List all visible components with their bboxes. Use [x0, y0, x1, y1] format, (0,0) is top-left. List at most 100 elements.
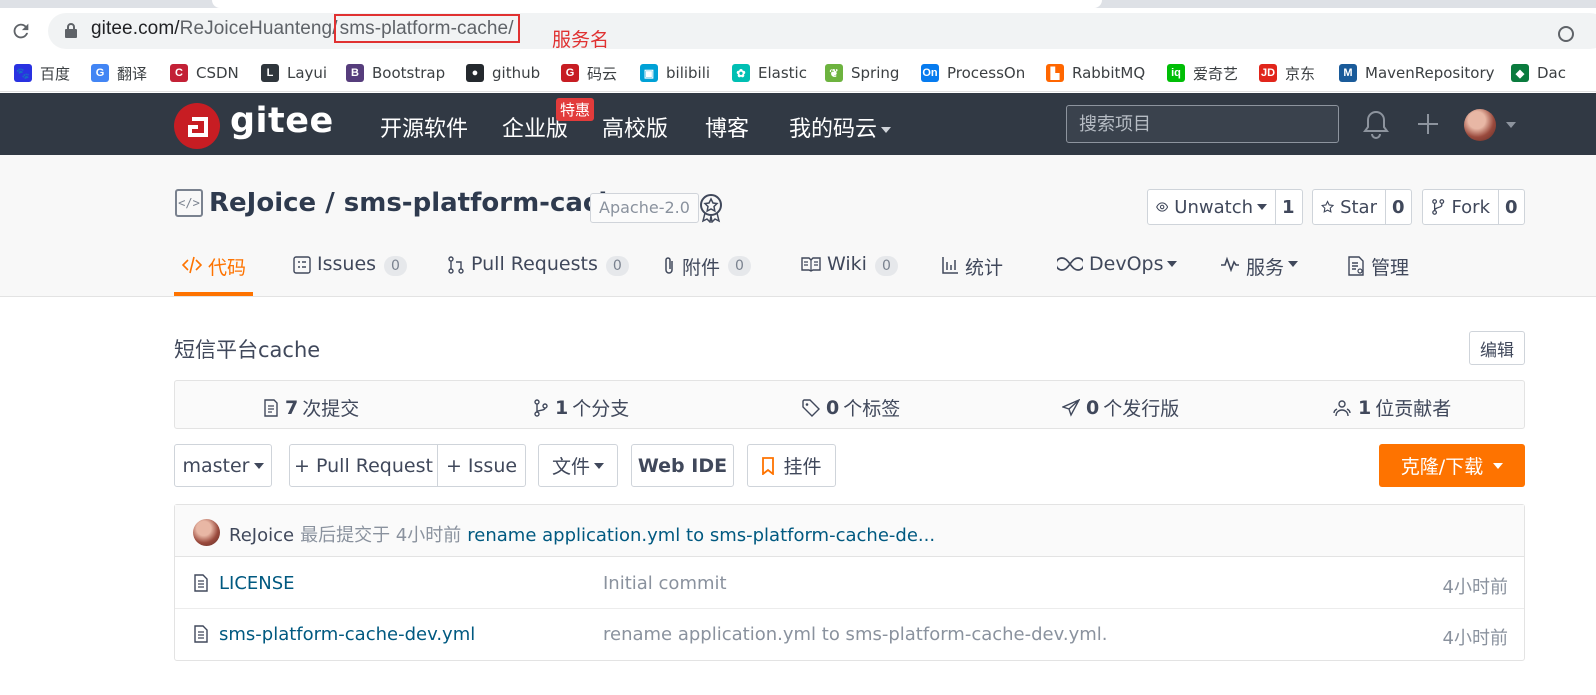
- bookmark-label: 翻译: [117, 64, 148, 83]
- bookmark-item[interactable]: ✿ Elastic: [732, 62, 807, 84]
- file-icon: [194, 625, 208, 643]
- bookmark-item[interactable]: G 翻译: [91, 62, 147, 84]
- reload-icon[interactable]: [10, 20, 32, 42]
- bookmark-item[interactable]: C CSDN: [170, 62, 239, 84]
- stat-contributors[interactable]: 1 位贡献者: [1332, 394, 1451, 421]
- zoom-icon[interactable]: [1558, 26, 1574, 42]
- chevron-down-icon: [1257, 204, 1267, 210]
- edit-description-button[interactable]: 编辑: [1469, 331, 1525, 365]
- plus-icon[interactable]: [1416, 112, 1440, 136]
- tab-code[interactable]: 代码: [182, 253, 246, 297]
- user-avatar[interactable]: [1464, 109, 1496, 141]
- eye-icon: [1156, 202, 1169, 212]
- avatar-chevron-down-icon[interactable]: [1506, 122, 1516, 128]
- table-row[interactable]: LICENSE Initial commit 4小时前: [175, 558, 1524, 609]
- commit-author-avatar[interactable]: [193, 519, 220, 546]
- spring-icon: ❦: [825, 64, 843, 82]
- bilibili-icon: ▣: [640, 64, 658, 82]
- repo-title[interactable]: ReJoice / sms-platform-cache: [209, 188, 634, 218]
- file-commit-message[interactable]: rename application.yml to sms-platform-c…: [603, 624, 1108, 645]
- bookmark-label: MavenRepository: [1365, 64, 1495, 82]
- bookmark-item[interactable]: B Bootstrap: [346, 62, 445, 84]
- stat-releases[interactable]: 0 个发行版: [1062, 394, 1179, 421]
- tab-pull-requests-label: Pull Requests: [471, 253, 598, 275]
- bookmark-item[interactable]: ▙ RabbitMQ: [1046, 62, 1145, 84]
- book-icon: [801, 257, 821, 272]
- star-button[interactable]: Star 0: [1312, 189, 1412, 225]
- watch-button[interactable]: Unwatch 1: [1147, 189, 1303, 225]
- nav-blog[interactable]: 博客: [705, 111, 749, 143]
- table-row[interactable]: sms-platform-cache-dev.yml rename applic…: [175, 609, 1524, 660]
- fork-button[interactable]: Fork 0: [1422, 189, 1525, 225]
- tag-icon: [802, 398, 820, 417]
- stat-commits[interactable]: 7 次提交: [263, 394, 359, 421]
- bookmark-item[interactable]: iq 爱奇艺: [1167, 62, 1238, 84]
- branch-select-label: master: [182, 454, 250, 477]
- bookmark-item[interactable]: G 码云: [561, 62, 617, 84]
- active-tab[interactable]: [212, 0, 1102, 8]
- branch-select[interactable]: master: [174, 444, 272, 487]
- fork-count[interactable]: 0: [1499, 190, 1524, 224]
- commits-icon: [264, 398, 278, 417]
- tab-devops[interactable]: DevOps: [1057, 253, 1178, 297]
- bootstrap-icon: B: [346, 64, 364, 82]
- search-box[interactable]: [1066, 105, 1339, 143]
- new-pull-request-button[interactable]: + Pull Request: [289, 444, 438, 487]
- bookmark-item[interactable]: On ProcessOn: [921, 62, 1025, 84]
- file-name[interactable]: sms-platform-cache-dev.yml: [219, 624, 475, 645]
- stat-tags[interactable]: 0 个标签: [802, 394, 900, 421]
- web-ide-button[interactable]: Web IDE: [631, 444, 734, 487]
- watch-count[interactable]: 1: [1276, 190, 1301, 224]
- clone-download-button[interactable]: 克隆/下载: [1379, 444, 1525, 487]
- tab-manage[interactable]: 管理: [1347, 253, 1409, 297]
- bookmark-item[interactable]: JD 京东: [1259, 62, 1315, 84]
- bookmark-item[interactable]: ● github: [466, 62, 540, 84]
- tab-attachments-count: 0: [728, 256, 751, 276]
- stat-commits-label: 次提交: [302, 398, 360, 420]
- bar-chart-icon: [942, 257, 958, 274]
- tab-stats[interactable]: 统计: [941, 253, 1003, 297]
- bookmark-item[interactable]: 🐾 百度: [14, 62, 70, 84]
- bookmark-item[interactable]: ❦ Spring: [825, 62, 899, 84]
- license-badge[interactable]: Apache-2.0: [590, 193, 699, 223]
- file-commit-message[interactable]: Initial commit: [603, 573, 727, 594]
- tab-issues[interactable]: Issues 0: [293, 253, 407, 297]
- gvp-badge-icon[interactable]: [697, 193, 725, 223]
- nav-education[interactable]: 高校版: [602, 111, 668, 143]
- file-time: 4小时前: [1442, 577, 1508, 598]
- bell-icon[interactable]: [1362, 109, 1390, 139]
- commit-author[interactable]: ReJoice: [229, 525, 294, 546]
- tab-services[interactable]: 服务: [1220, 253, 1299, 297]
- bookmark-item[interactable]: ▣ bilibili: [640, 62, 710, 84]
- repo-stats-bar: 7 次提交 1 个分支 0 个标签 0 个发行版 1 位贡献者: [174, 380, 1525, 429]
- lock-icon[interactable]: [64, 22, 78, 38]
- stat-branches[interactable]: 1 个分支: [533, 394, 629, 421]
- tab-issues-label: Issues: [317, 253, 377, 275]
- jd-icon: JD: [1259, 64, 1277, 82]
- file-menu-label: 文件: [551, 456, 590, 478]
- chevron-down-icon: [1493, 462, 1504, 469]
- new-issue-button[interactable]: + Issue: [437, 444, 526, 487]
- bookmark-item[interactable]: M MavenRepository: [1339, 62, 1495, 84]
- bookmark-label: bilibili: [666, 64, 711, 82]
- commit-message[interactable]: rename application.yml to sms-platform-c…: [467, 525, 935, 546]
- file-menu-button[interactable]: 文件: [538, 444, 618, 487]
- tab-stats-label: 统计: [965, 257, 1004, 279]
- gitee-logo-text[interactable]: gitee: [230, 101, 334, 141]
- nav-my-gitee[interactable]: 我的码云: [789, 111, 892, 143]
- nav-open-source[interactable]: 开源软件: [380, 111, 468, 143]
- widget-button[interactable]: 挂件: [747, 444, 836, 487]
- url-text[interactable]: gitee.com/ReJoiceHuanteng/sms-platform-c…: [91, 14, 520, 43]
- commit-meta: 最后提交于 4小时前: [300, 525, 462, 546]
- file-name[interactable]: LICENSE: [219, 573, 295, 594]
- tab-pull-requests[interactable]: Pull Requests 0: [447, 253, 629, 297]
- gitee-logo-icon[interactable]: [174, 103, 220, 149]
- star-count[interactable]: 0: [1386, 190, 1411, 224]
- bookmark-item[interactable]: ◆ Dac: [1511, 62, 1566, 84]
- tab-attachments[interactable]: 附件 0: [662, 253, 751, 297]
- tab-wiki[interactable]: Wiki 0: [801, 253, 898, 297]
- github-icon: ●: [466, 64, 484, 82]
- bookmark-label: Layui: [287, 64, 328, 82]
- bookmark-item[interactable]: L Layui: [261, 62, 327, 84]
- search-input[interactable]: [1067, 106, 1338, 142]
